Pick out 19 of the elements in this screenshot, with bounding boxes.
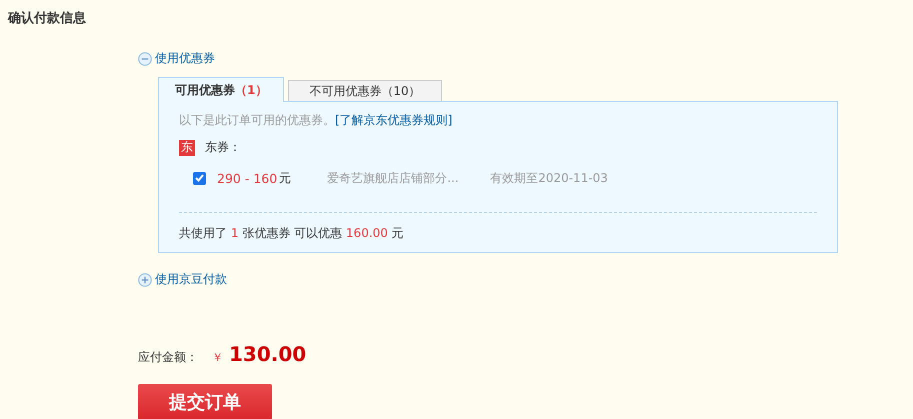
coupon-expiry: 有效期至2020-11-03 (490, 170, 608, 186)
payable-label: 应付金额： (138, 349, 198, 366)
intro-text: 以下是此订单可用的优惠券。 (179, 113, 335, 127)
group-label: 东券： (205, 139, 241, 156)
coupon-amount: 290 - 160 (217, 170, 278, 186)
payable-amount: 130.00 (229, 342, 306, 366)
checkbox[interactable] (193, 172, 206, 184)
summary-text: 共使用了 1 张优惠券 可以优惠 160.00 元 (179, 225, 405, 242)
coupon-tab[interactable]: 可用优惠券（1） (158, 77, 284, 102)
submit-button[interactable]: 提交订单 (138, 384, 272, 419)
currency-sign: ￥ (212, 350, 223, 365)
coupon-toggle[interactable]: 使用优惠券 (138, 50, 215, 67)
coupon-tab[interactable]: 不可用优惠券（10） (288, 80, 442, 101)
rules-link[interactable]: [了解京东优惠券规则] (335, 113, 452, 127)
coupon-shop: 爱奇艺旗舰店店铺部分... (327, 170, 460, 186)
coupon-badge: 东 (179, 140, 195, 156)
section-title: 确认付款信息 (6, 10, 87, 28)
beans-toggle[interactable]: 使用京豆付款 (138, 271, 227, 288)
coupon-unit: 元 (279, 170, 292, 186)
